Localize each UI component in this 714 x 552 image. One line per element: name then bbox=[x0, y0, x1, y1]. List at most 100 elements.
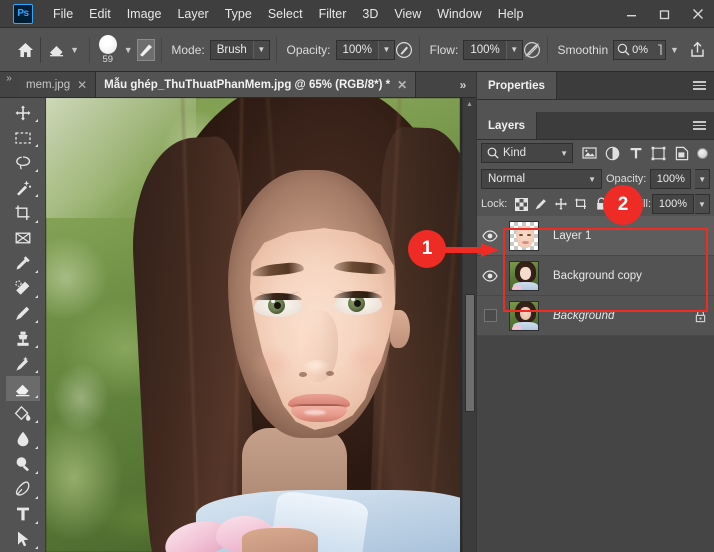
chevron-down-icon: ▼ bbox=[377, 40, 394, 59]
layer-row-background[interactable]: Background bbox=[477, 296, 714, 336]
canvas-area[interactable]: ▲ bbox=[46, 98, 476, 552]
right-dock: Properties Layers Kind ▼ Normal ▼ Opacit… bbox=[476, 72, 714, 552]
canvas-vertical-scrollbar[interactable]: ▲ bbox=[462, 98, 476, 552]
background-copy-visibility-eye[interactable] bbox=[477, 256, 503, 296]
options-bar: ▼ 59 ▼ Mode: Brush ▼ Opacity: 100% ▼ Flo… bbox=[0, 28, 714, 72]
menu-type[interactable]: Type bbox=[217, 3, 260, 25]
layer-1-thumbnail[interactable] bbox=[503, 220, 545, 251]
filter-type-layers-icon[interactable] bbox=[625, 143, 646, 164]
close-icon[interactable]: ✕ bbox=[77, 79, 87, 91]
tool-options-chevron-icon[interactable]: ▼ bbox=[66, 45, 83, 55]
lasso-tool[interactable] bbox=[6, 150, 40, 175]
annotation-marker-2: 2 bbox=[603, 185, 643, 225]
eye-icon bbox=[482, 229, 498, 242]
move-tool[interactable] bbox=[6, 100, 40, 125]
panel-menu-icon[interactable] bbox=[688, 72, 714, 99]
menu-file[interactable]: File bbox=[45, 3, 81, 25]
scroll-up-icon[interactable]: ▲ bbox=[463, 98, 476, 111]
tab-properties[interactable]: Properties bbox=[477, 72, 557, 99]
document-image[interactable] bbox=[46, 98, 460, 552]
layer-1-name[interactable]: Layer 1 bbox=[545, 230, 714, 242]
filter-adjustment-layers-icon[interactable] bbox=[602, 143, 623, 164]
type-tool[interactable] bbox=[6, 502, 40, 527]
clone-stamp-tool[interactable] bbox=[6, 326, 40, 351]
scrollbar-thumb[interactable] bbox=[465, 294, 475, 412]
background-thumbnail[interactable] bbox=[503, 300, 545, 331]
eraser-tool[interactable] bbox=[5, 376, 40, 402]
blend-mode-dropdown[interactable]: Brush ▼ bbox=[209, 39, 270, 60]
smoothing-input[interactable]: 0% bbox=[613, 39, 667, 60]
layer-row-layer-1[interactable]: Layer 1 bbox=[477, 216, 714, 256]
menu-layer[interactable]: Layer bbox=[169, 3, 216, 25]
current-tool-eraser-icon[interactable] bbox=[47, 37, 66, 63]
menu-edit[interactable]: Edit bbox=[81, 3, 119, 25]
layer-opacity-chevron-icon[interactable]: ▼ bbox=[695, 169, 711, 189]
menu-select[interactable]: Select bbox=[260, 3, 311, 25]
pen-tool[interactable] bbox=[6, 477, 40, 502]
tab-layers[interactable]: Layers bbox=[477, 112, 538, 139]
chevron-down-icon: ▼ bbox=[560, 148, 568, 158]
document-tab-active[interactable]: Mẫu ghép_ThuThuatPhanMem.jpg @ 65% (RGB/… bbox=[96, 72, 417, 97]
close-icon[interactable]: ✕ bbox=[397, 79, 407, 91]
layer-fill-value[interactable]: 100% bbox=[652, 194, 694, 214]
collapse-arrows-icon[interactable]: » bbox=[0, 72, 18, 97]
filter-pixel-layers-icon[interactable] bbox=[579, 143, 600, 164]
blur-tool[interactable] bbox=[6, 426, 40, 451]
lock-buttons bbox=[512, 195, 610, 214]
layer-opacity-value[interactable]: 100% bbox=[650, 169, 692, 189]
document-tab-inactive[interactable]: mem.jpg ✕ bbox=[18, 72, 97, 97]
frame-tool[interactable] bbox=[6, 226, 40, 251]
panel-menu-icon[interactable] bbox=[688, 112, 714, 139]
crop-tool[interactable] bbox=[6, 200, 40, 225]
rectangular-select-tool[interactable] bbox=[6, 125, 40, 150]
menu-help[interactable]: Help bbox=[490, 3, 532, 25]
layer-blend-mode-dropdown[interactable]: Normal ▼ bbox=[481, 169, 602, 189]
dodge-tool[interactable] bbox=[6, 452, 40, 477]
home-icon[interactable] bbox=[16, 37, 34, 63]
menu-3d[interactable]: 3D bbox=[354, 3, 386, 25]
flow-input[interactable]: 100% ▼ bbox=[463, 39, 523, 60]
background-copy-name[interactable]: Background copy bbox=[545, 270, 714, 282]
menu-view[interactable]: View bbox=[386, 3, 429, 25]
close-button[interactable] bbox=[681, 0, 714, 28]
subject-cheek-right bbox=[346, 342, 390, 378]
opacity-input[interactable]: 100% ▼ bbox=[335, 39, 395, 60]
lock-artboard-nesting-icon[interactable] bbox=[572, 195, 590, 214]
menu-image[interactable]: Image bbox=[119, 3, 170, 25]
menu-window[interactable]: Window bbox=[429, 3, 489, 25]
layer-row-background-copy[interactable]: Background copy bbox=[477, 256, 714, 296]
tab-overflow-button[interactable]: » bbox=[450, 72, 476, 97]
maximize-button[interactable] bbox=[648, 0, 681, 28]
path-selection-tool[interactable] bbox=[6, 527, 40, 552]
minimize-button[interactable] bbox=[615, 0, 648, 28]
share-icon[interactable] bbox=[689, 38, 706, 62]
window-controls bbox=[615, 0, 714, 28]
layer-fill-chevron-icon[interactable]: ▼ bbox=[695, 194, 710, 214]
history-brush-tool[interactable] bbox=[6, 351, 40, 376]
healing-brush-tool[interactable] bbox=[6, 276, 40, 301]
filter-shape-layers-icon[interactable] bbox=[648, 143, 669, 164]
background-name[interactable]: Background bbox=[545, 310, 686, 322]
lock-image-pixels-icon[interactable] bbox=[532, 195, 550, 214]
smoothing-options-chevron-icon[interactable]: ▼ bbox=[666, 45, 683, 55]
airbrush-icon[interactable] bbox=[395, 38, 413, 62]
mode-label: Mode: bbox=[171, 42, 205, 57]
background-visibility-eye[interactable] bbox=[477, 296, 503, 336]
layer-filter-kind-dropdown[interactable]: Kind ▼ bbox=[481, 143, 573, 163]
filter-enable-toggle[interactable] bbox=[695, 143, 709, 164]
lock-transparent-pixels-icon[interactable] bbox=[512, 195, 530, 214]
tablet-pressure-icon[interactable] bbox=[523, 38, 541, 62]
brush-preview[interactable]: 59 bbox=[96, 30, 120, 70]
brush-tool[interactable] bbox=[6, 301, 40, 326]
gradient-tool[interactable] bbox=[6, 401, 40, 426]
chevron-down-icon: ▼ bbox=[588, 174, 596, 184]
menu-filter[interactable]: Filter bbox=[311, 3, 355, 25]
eyedropper-tool[interactable] bbox=[6, 251, 40, 276]
magic-wand-tool[interactable] bbox=[6, 175, 40, 200]
lock-position-icon[interactable] bbox=[552, 195, 570, 214]
brush-settings-panel-icon[interactable] bbox=[136, 38, 155, 61]
brush-preset-chevron-icon[interactable]: ▼ bbox=[120, 45, 137, 55]
background-copy-thumbnail[interactable] bbox=[503, 260, 545, 291]
filter-smart-objects-icon[interactable] bbox=[671, 143, 692, 164]
layers-panel-body: Kind ▼ Normal ▼ Opacity: 100% ▼ Lock: 10… bbox=[477, 140, 714, 336]
